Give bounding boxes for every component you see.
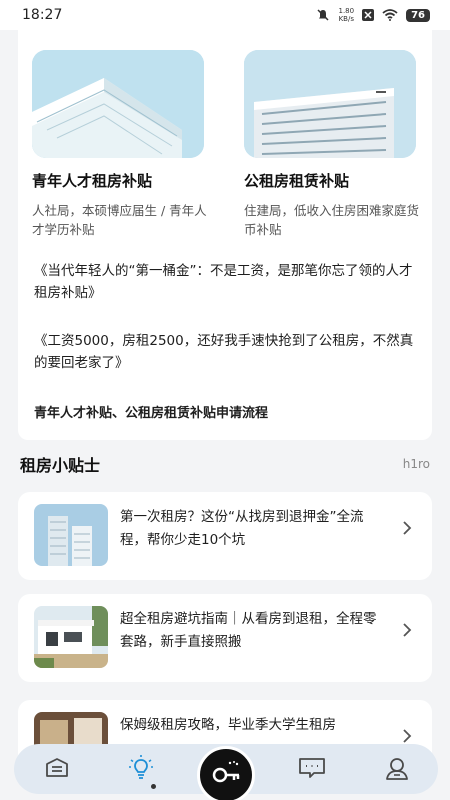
status-time: 18:27 (22, 7, 63, 23)
battery-icon: 76 (406, 8, 430, 22)
mute-icon (317, 9, 330, 21)
section-more-link[interactable]: h1ro (403, 457, 430, 471)
article-link[interactable]: 《当代年轻人的“第一桶金”：不是工资，是那笔你忘了领的人才租房补贴》 (34, 260, 418, 304)
tip-item[interactable]: 超全租房避坑指南｜从看房到退租，全程零套路，新手直接照搬 (18, 594, 432, 682)
tip-thumbnail-towers (34, 504, 108, 566)
list-icon[interactable] (44, 756, 70, 780)
active-tab-indicator (151, 784, 156, 789)
chevron-right-icon[interactable] (402, 520, 412, 536)
subsidy-title: 公租房租赁补贴 (244, 172, 350, 190)
section-title: 租房小贴士 (20, 456, 101, 475)
article-link[interactable]: 青年人才补贴、公租房租赁补贴申请流程 (34, 403, 418, 425)
subsidy-card: 青年人才租房补贴 人社局，本硕博应届生 / 青年人才学历补贴 公租房租赁补贴 住… (18, 30, 432, 440)
subsidy-desc: 住建局，低收入住房困难家庭货币补贴 (244, 203, 420, 237)
subsidy-item-public-rental[interactable]: 公租房租赁补贴 住建局，低收入住房困难家庭货币补贴 (244, 50, 419, 239)
tips-section-header: 租房小贴士 h1ro (20, 452, 430, 476)
network-speed-unit: KB/s (338, 15, 354, 23)
wifi-icon (382, 9, 398, 21)
tip-title: 保姆级租房攻略，毕业季大学生租房 (120, 717, 336, 733)
article-link[interactable]: 《工资5000，房租2500，还好我手速快抢到了公租房，不然真的要回老家了》 (34, 330, 418, 374)
tip-title: 第一次租房？这份“从找房到退押金”全流程，帮你少走10个坑 (120, 509, 364, 548)
status-icons: 1.80 KB/s 76 (316, 7, 430, 23)
key-icon (212, 761, 240, 783)
lightbulb-icon[interactable] (128, 754, 154, 782)
subsidy-item-youth-talent[interactable]: 青年人才租房补贴 人社局，本硕博应届生 / 青年人才学历补贴 (32, 50, 207, 239)
network-speed: 1.80 KB/s (338, 7, 354, 23)
profile-icon[interactable] (384, 756, 410, 782)
network-speed-value: 1.80 (338, 7, 355, 15)
chevron-right-icon[interactable] (402, 728, 412, 744)
tip-title: 超全租房避坑指南｜从看房到退租，全程零套路，新手直接照搬 (120, 611, 377, 650)
key-button[interactable] (197, 746, 255, 800)
subsidy-desc: 人社局，本硕博应届生 / 青年人才学历补贴 (32, 203, 207, 237)
tip-thumbnail-villa (34, 606, 108, 668)
chevron-right-icon[interactable] (402, 622, 412, 638)
tip-item[interactable]: 第一次租房？这份“从找房到退押金”全流程，帮你少走10个坑 (18, 492, 432, 580)
subsidy-title: 青年人才租房补贴 (32, 172, 153, 190)
status-bar: 18:27 1.80 KB/s 76 (0, 0, 450, 30)
subsidy-image-building (32, 50, 204, 158)
sim-off-icon (362, 9, 375, 21)
subsidy-image-office (244, 50, 416, 158)
message-icon[interactable] (298, 756, 326, 780)
